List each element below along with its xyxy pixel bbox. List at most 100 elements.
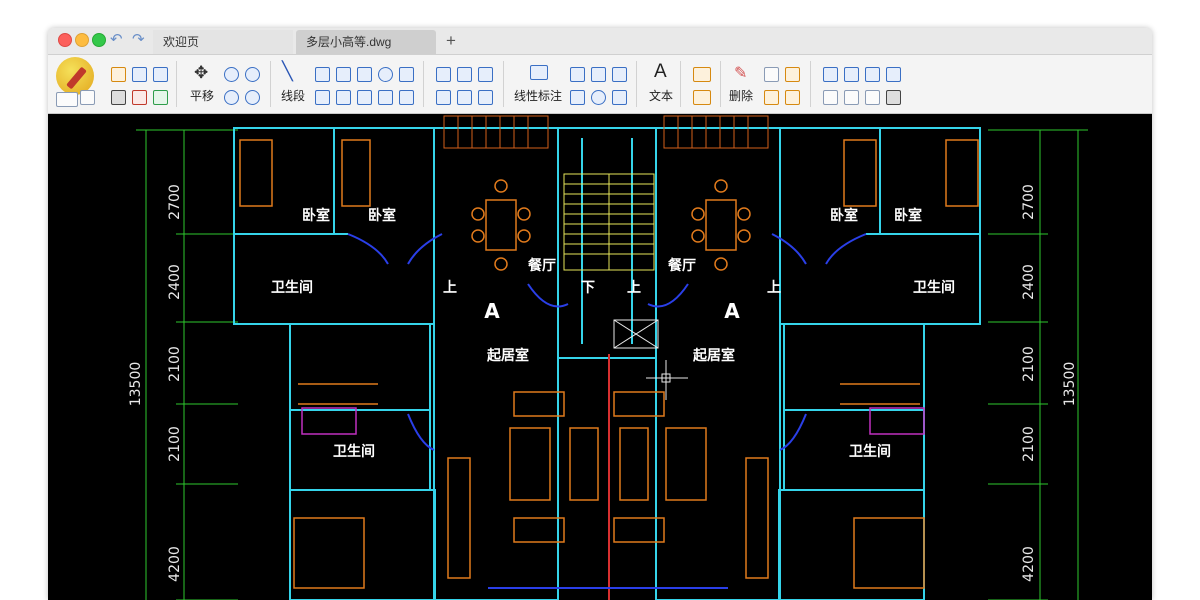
text-icon[interactable]: A <box>654 61 667 83</box>
label-bath-upper-right: 卫生间 <box>913 279 955 296</box>
layer-icon[interactable] <box>886 67 901 82</box>
dim-left-5: 4200 <box>167 546 183 582</box>
pan-label[interactable]: 平移 <box>190 87 214 104</box>
stair-treads <box>563 173 655 271</box>
extend-icon[interactable] <box>457 67 472 82</box>
block-icon[interactable] <box>844 67 859 82</box>
label-stair-up-3: 上 <box>767 280 781 296</box>
balcony-railings <box>443 115 769 149</box>
dim-right-4: 2100 <box>1021 426 1037 462</box>
fillet-icon[interactable] <box>478 67 493 82</box>
leader-icon[interactable] <box>570 90 585 105</box>
floor-plan-drawing[interactable]: 2700 2400 2100 2100 4200 13500 2700 2400… <box>48 114 1152 600</box>
move-icon[interactable] <box>457 90 472 105</box>
measure-icon[interactable] <box>693 67 711 82</box>
close-window-button[interactable] <box>58 33 72 47</box>
line-label[interactable]: 线段 <box>281 87 305 104</box>
blank-icon[interactable] <box>56 92 78 107</box>
label-living-right: 起居室 <box>692 347 735 364</box>
arc-3pt-icon[interactable] <box>357 67 372 82</box>
toolbar: ✥ 平移 ╲ 线段 线性标注 A 文本 ✎ 删除 <box>48 55 1152 114</box>
pencil-icon <box>66 66 87 90</box>
label-bedroom-3: 卧室 <box>830 207 858 224</box>
aligned-dimension-icon[interactable] <box>570 67 585 82</box>
group-icon[interactable] <box>823 67 838 82</box>
mirror-icon[interactable] <box>844 90 859 105</box>
save-icon[interactable] <box>132 67 147 82</box>
arc-icon[interactable] <box>336 67 351 82</box>
array-icon[interactable] <box>886 90 901 105</box>
linear-dimension-icon[interactable] <box>530 65 548 80</box>
dim-right-5: 4200 <box>1021 546 1037 582</box>
new-file-icon[interactable] <box>80 90 95 105</box>
dim-right-1: 2700 <box>1021 184 1037 220</box>
left-dimension-lines <box>136 129 238 600</box>
title-bar: ↶ ↷ 欢迎页 多层小高等.dwg + <box>48 28 1152 55</box>
offset-icon[interactable] <box>823 90 838 105</box>
rectangle-icon[interactable] <box>399 67 414 82</box>
tab-drawing-file[interactable]: 多层小高等.dwg <box>296 30 436 54</box>
trim-icon[interactable] <box>436 67 451 82</box>
zoom-window-icon[interactable] <box>224 90 239 105</box>
polygon-icon[interactable] <box>315 90 330 105</box>
toolbar-separator <box>636 61 637 107</box>
toolbar-separator <box>810 61 811 107</box>
polyline-icon[interactable] <box>315 67 330 82</box>
area-icon[interactable] <box>693 90 711 105</box>
label-bath-lower-left: 卫生间 <box>333 443 375 460</box>
copy-object-icon[interactable] <box>764 67 779 82</box>
ray-icon[interactable] <box>399 90 414 105</box>
pdf-export-icon[interactable] <box>132 90 147 105</box>
save-as-icon[interactable] <box>153 67 168 82</box>
line-icon[interactable]: ╲ <box>282 61 293 82</box>
eraser-icon[interactable]: ✎ <box>734 63 747 83</box>
undo-icon[interactable]: ↶ <box>110 32 123 48</box>
add-tab-button[interactable]: + <box>441 30 461 52</box>
hatch-icon[interactable] <box>865 67 880 82</box>
redo-icon[interactable]: ↷ <box>132 32 145 48</box>
toolbar-separator <box>270 61 271 107</box>
export-icon[interactable] <box>153 90 168 105</box>
tab-file-label: 多层小高等.dwg <box>306 35 392 49</box>
triangle-icon[interactable] <box>336 90 351 105</box>
bathtubs <box>301 407 925 435</box>
copy-icon[interactable] <box>478 90 493 105</box>
label-dining-right: 餐厅 <box>667 257 696 274</box>
walls <box>233 127 981 600</box>
zoom-out-icon[interactable] <box>245 67 260 82</box>
paste-icon[interactable] <box>764 90 779 105</box>
maximize-window-button[interactable] <box>92 33 106 47</box>
label-bedroom-2: 卧室 <box>368 207 396 224</box>
diameter-dimension-icon[interactable] <box>591 90 606 105</box>
dim-left-4: 2100 <box>167 426 183 462</box>
cursor-crosshair <box>646 360 688 400</box>
print-icon[interactable] <box>111 90 126 105</box>
rotate-icon[interactable] <box>436 90 451 105</box>
delete-label[interactable]: 删除 <box>729 87 753 104</box>
text-label[interactable]: 文本 <box>649 87 673 104</box>
radius-dimension-icon[interactable] <box>612 90 627 105</box>
pentagon-icon[interactable] <box>357 90 372 105</box>
angular-dimension-icon[interactable] <box>591 67 606 82</box>
circle-icon[interactable] <box>378 67 393 82</box>
toolbar-separator <box>720 61 721 107</box>
stretch-icon[interactable] <box>865 90 880 105</box>
dim-left-total: 13500 <box>128 362 144 407</box>
label-stair-up-1: 上 <box>443 280 457 296</box>
label-unit-right: A <box>724 299 740 323</box>
open-file-icon[interactable] <box>111 67 126 82</box>
pan-icon[interactable]: ✥ <box>194 63 208 83</box>
linear-dimension-label[interactable]: 线性标注 <box>514 87 562 104</box>
cut-icon[interactable] <box>785 67 800 82</box>
zoom-extents-icon[interactable] <box>245 90 260 105</box>
tab-welcome[interactable]: 欢迎页 <box>153 30 293 54</box>
minimize-window-button[interactable] <box>75 33 89 47</box>
label-bath-lower-right: 卫生间 <box>849 443 891 460</box>
spline-icon[interactable] <box>378 90 393 105</box>
baseline-dimension-icon[interactable] <box>612 67 627 82</box>
label-bedroom-1: 卧室 <box>302 207 330 224</box>
zoom-in-icon[interactable] <box>224 67 239 82</box>
label-bedroom-4: 卧室 <box>894 207 922 224</box>
match-properties-icon[interactable] <box>785 90 800 105</box>
drawing-canvas[interactable]: 2700 2400 2100 2100 4200 13500 2700 2400… <box>48 114 1152 600</box>
